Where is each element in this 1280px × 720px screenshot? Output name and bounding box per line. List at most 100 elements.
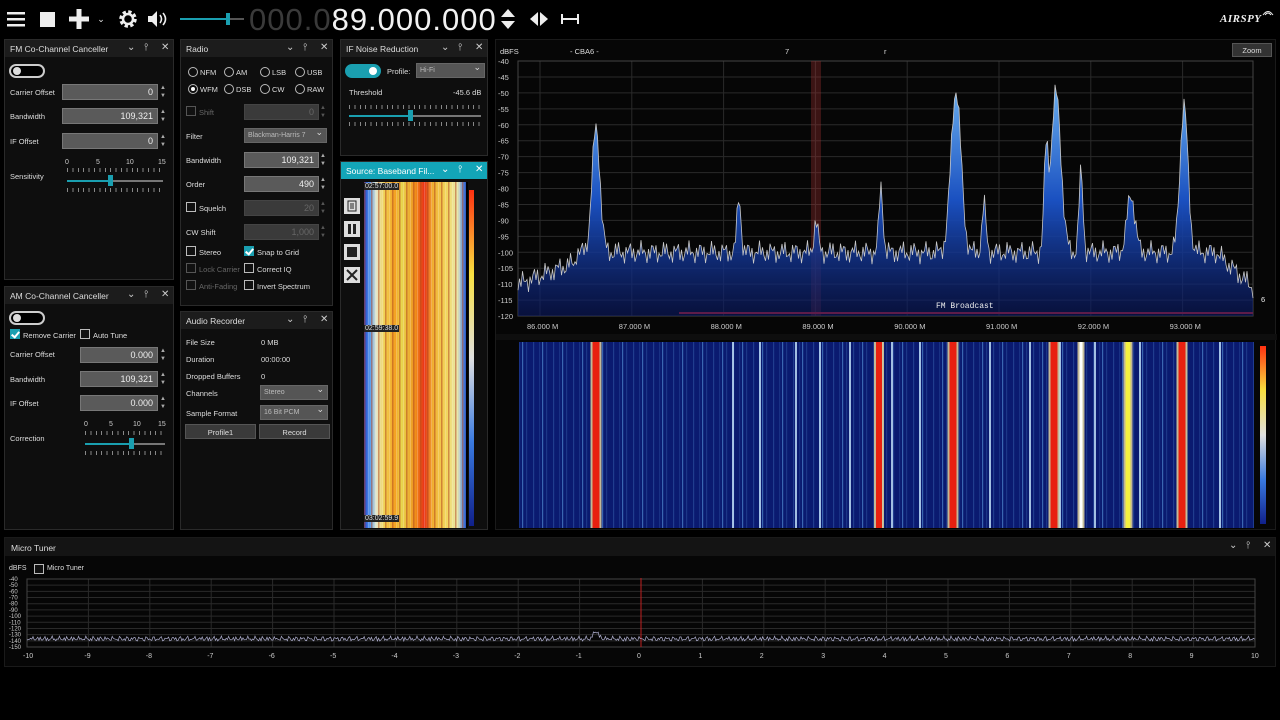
mode-nfm-radio[interactable] bbox=[188, 67, 198, 77]
correction-slider[interactable] bbox=[84, 431, 166, 455]
pin-icon[interactable]: ⫯ bbox=[1246, 540, 1250, 551]
spinner-arrows-icon[interactable]: ▲ ▼ bbox=[159, 371, 167, 387]
profile-select[interactable]: Hi-Fi bbox=[416, 62, 485, 78]
close-icon[interactable]: ✕ bbox=[475, 164, 483, 175]
close-icon[interactable]: ✕ bbox=[320, 314, 328, 325]
gear-icon[interactable] bbox=[117, 8, 139, 30]
mode-usb-radio[interactable] bbox=[295, 67, 305, 77]
bandwidth-field[interactable]: 109,321 bbox=[62, 108, 158, 124]
record-button[interactable]: Record bbox=[259, 424, 330, 439]
micro-tuner-plot[interactable]: -40-50-60-70-80-90-100-110-120-130-140-1… bbox=[5, 575, 1277, 665]
spectrum-waterfall[interactable] bbox=[519, 342, 1254, 528]
pin-icon[interactable]: ⫯ bbox=[303, 42, 307, 53]
stop-icon[interactable] bbox=[344, 244, 360, 260]
shift-field[interactable]: 0 bbox=[244, 104, 319, 120]
pin-icon[interactable]: ⫯ bbox=[144, 42, 148, 53]
chevron-down-icon[interactable]: ⌄ bbox=[286, 42, 294, 53]
pause-icon[interactable] bbox=[344, 221, 360, 237]
y-tick-label: -130 bbox=[9, 633, 22, 639]
carrier-offset-field[interactable]: 0 bbox=[62, 84, 158, 100]
spinner-arrows-icon[interactable]: ▲ ▼ bbox=[319, 176, 327, 192]
chevron-down-icon[interactable]: ⌄ bbox=[127, 289, 135, 300]
mode-lsb-radio[interactable] bbox=[260, 67, 270, 77]
chevron-down-icon[interactable]: ⌄ bbox=[441, 164, 449, 175]
close-icon[interactable]: ✕ bbox=[475, 42, 483, 53]
mode-cw-radio[interactable] bbox=[260, 84, 270, 94]
correct-iq-checkbox[interactable] bbox=[244, 263, 254, 273]
bandwidth-field[interactable]: 109,321 bbox=[244, 152, 319, 168]
plus-icon[interactable] bbox=[67, 8, 91, 30]
y-tick-label: -80 bbox=[9, 602, 18, 608]
mode-wfm-radio[interactable] bbox=[188, 84, 198, 94]
chevron-down-icon[interactable]: ⌄ bbox=[127, 42, 135, 53]
span-width-icon[interactable] bbox=[560, 12, 580, 26]
spinner-arrows-icon[interactable]: ▲ ▼ bbox=[319, 104, 327, 120]
squelch-checkbox[interactable] bbox=[186, 202, 196, 212]
pin-icon[interactable]: ⫯ bbox=[458, 164, 462, 175]
speaker-icon[interactable] bbox=[147, 9, 171, 29]
mode-dsb-radio[interactable] bbox=[224, 84, 234, 94]
snap-to-grid-checkbox[interactable] bbox=[244, 246, 254, 256]
threshold-slider[interactable] bbox=[349, 102, 481, 126]
shift-checkbox[interactable] bbox=[186, 106, 196, 116]
auto-tune-checkbox[interactable] bbox=[80, 329, 90, 339]
close-icon[interactable]: ✕ bbox=[320, 42, 328, 53]
spinner-arrows-icon[interactable]: ▲ ▼ bbox=[159, 395, 167, 411]
tuning-mode-icon[interactable] bbox=[527, 10, 551, 28]
invert-spectrum-checkbox[interactable] bbox=[244, 280, 254, 290]
sample-format-select[interactable]: 16 Bit PCM bbox=[260, 404, 328, 420]
anti-fading-checkbox[interactable] bbox=[186, 280, 196, 290]
mode-raw-radio[interactable] bbox=[295, 84, 305, 94]
chevron-down-icon[interactable]: ⌄ bbox=[286, 314, 294, 325]
cw-shift-field[interactable]: 1,000 bbox=[244, 224, 319, 240]
pin-icon[interactable]: ⫯ bbox=[144, 289, 148, 300]
if-offset-field[interactable]: 0 bbox=[62, 133, 158, 149]
squelch-field[interactable]: 20 bbox=[244, 200, 319, 216]
micro-tuner-checkbox[interactable] bbox=[34, 564, 44, 574]
enable-toggle[interactable] bbox=[9, 311, 45, 325]
x-tick-label: 3 bbox=[821, 653, 825, 660]
micro-tuner-unit-label: dBFS bbox=[9, 565, 27, 572]
spinner-arrows-icon[interactable]: ▲ ▼ bbox=[159, 133, 167, 149]
spinner-arrows-icon[interactable]: ▲ ▼ bbox=[319, 200, 327, 216]
chevron-down-icon[interactable]: ⌄ bbox=[96, 12, 106, 26]
spinner-arrows-icon[interactable]: ▲ ▼ bbox=[319, 224, 327, 240]
spinner-arrows-icon[interactable]: ▲ ▼ bbox=[319, 152, 327, 168]
stereo-checkbox[interactable] bbox=[186, 246, 196, 256]
channels-select[interactable]: Stereo bbox=[260, 384, 328, 400]
if-offset-field[interactable]: 0.000 bbox=[80, 395, 158, 411]
profile-button[interactable]: Profile1 bbox=[185, 424, 256, 439]
spinner-arrows-icon[interactable]: ▲ ▼ bbox=[159, 108, 167, 124]
carrier-offset-field[interactable]: 0.000 bbox=[80, 347, 158, 363]
spectrum-plot[interactable]: -40 -45 -50 -55 -60 -65 -70 -75 -80 -85 -90 -95 -100… bbox=[496, 58, 1277, 358]
lock-carrier-checkbox[interactable] bbox=[186, 263, 196, 273]
enable-toggle[interactable] bbox=[9, 64, 45, 78]
baseband-waterfall[interactable] bbox=[364, 182, 468, 528]
document-icon[interactable] bbox=[344, 198, 360, 214]
chevron-down-icon[interactable]: ⌄ bbox=[1229, 540, 1237, 551]
frequency-step-icon[interactable] bbox=[499, 8, 517, 30]
stop-icon[interactable] bbox=[38, 10, 56, 28]
noise-reduction-toggle[interactable] bbox=[345, 64, 381, 78]
chevron-down-icon[interactable]: ⌄ bbox=[441, 42, 449, 53]
spinner-arrows-icon[interactable]: ▲ ▼ bbox=[159, 347, 167, 363]
zoom-button[interactable]: Zoom bbox=[1232, 43, 1272, 57]
filter-select[interactable]: Blackman-Harris 7 bbox=[244, 127, 327, 143]
x-tick-label: 92.000 M bbox=[1078, 322, 1109, 331]
order-field[interactable]: 490 bbox=[244, 176, 319, 192]
close-icon[interactable]: ✕ bbox=[1263, 540, 1271, 551]
volume-slider[interactable] bbox=[180, 12, 244, 26]
splitter-handle[interactable] bbox=[496, 334, 1277, 340]
hamburger-menu-icon[interactable] bbox=[6, 9, 26, 29]
frequency-display[interactable]: 000.089.000.000 bbox=[249, 2, 497, 38]
close-icon[interactable]: ✕ bbox=[161, 289, 169, 300]
spinner-arrows-icon[interactable]: ▲ ▼ bbox=[159, 84, 167, 100]
close-icon[interactable]: ✕ bbox=[161, 42, 169, 53]
tools-icon[interactable] bbox=[344, 267, 360, 283]
sensitivity-slider[interactable] bbox=[65, 168, 165, 192]
mode-am-radio[interactable] bbox=[224, 67, 234, 77]
remove-carrier-checkbox[interactable] bbox=[10, 329, 20, 339]
bandwidth-field[interactable]: 109,321 bbox=[80, 371, 158, 387]
pin-icon[interactable]: ⫯ bbox=[458, 42, 462, 53]
pin-icon[interactable]: ⫯ bbox=[303, 314, 307, 325]
